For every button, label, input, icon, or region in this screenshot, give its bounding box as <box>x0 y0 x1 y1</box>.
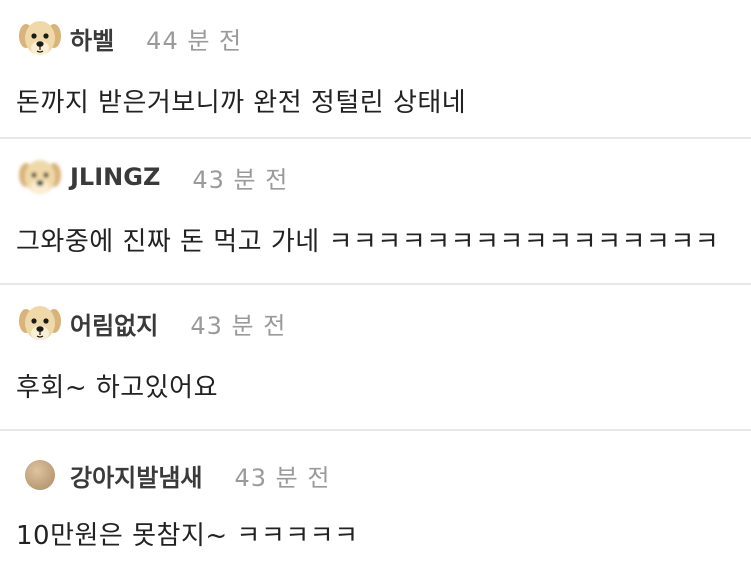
comment-header: 어림없지 43 분 전 <box>16 299 286 347</box>
comment-text: 후회~ 하고있어요 <box>16 373 218 403</box>
comment-item: JLINGZ 43 분 전 그와중에 진짜 돈 먹고 가네 ㅋㅋㅋㅋㅋㅋㅋㅋㅋㅋ… <box>0 139 751 285</box>
comment-author[interactable]: 하벨 <box>70 21 114 56</box>
comment-item: 어림없지 43 분 전 후회~ 하고있어요 <box>0 285 751 431</box>
comment-timestamp: 43 분 전 <box>192 165 289 194</box>
comment-author[interactable]: 강아지발냄새 <box>70 458 202 493</box>
comment-timestamp: 43 분 전 <box>190 311 287 340</box>
comment-text: 돈까지 받은거보니까 완전 정털린 상태네 <box>16 88 467 118</box>
comment-list: 하벨 44 분 전 돈까지 받은거보니까 완전 정털린 상태네 JLINGZ 4… <box>0 0 751 568</box>
comment-text: 10만원은 못참지~ ㅋㅋㅋㅋㅋ <box>16 521 359 551</box>
beige-circle-avatar-icon[interactable] <box>16 451 64 499</box>
comment-item: 강아지발냄새 43 분 전 10만원은 못참지~ ㅋㅋㅋㅋㅋ <box>0 431 751 568</box>
comment-item: 하벨 44 분 전 돈까지 받은거보니까 완전 정털린 상태네 <box>0 0 751 139</box>
puppy-avatar-icon[interactable] <box>16 299 64 347</box>
comment-timestamp: 43 분 전 <box>234 463 331 492</box>
puppy-avatar-icon[interactable] <box>16 14 64 62</box>
comment-author[interactable]: 어림없지 <box>70 306 158 341</box>
blurred-puppy-avatar-icon[interactable] <box>16 153 64 201</box>
comment-header: 하벨 44 분 전 <box>16 14 242 62</box>
comment-timestamp: 44 분 전 <box>146 26 243 55</box>
comment-header: JLINGZ 43 분 전 <box>16 153 288 201</box>
comment-author[interactable]: JLINGZ <box>70 163 160 191</box>
comment-header: 강아지발냄새 43 분 전 <box>16 451 330 499</box>
comment-text: 그와중에 진짜 돈 먹고 가네 ㅋㅋㅋㅋㅋㅋㅋㅋㅋㅋㅋㅋㅋㅋㅋㅋ <box>16 227 720 257</box>
